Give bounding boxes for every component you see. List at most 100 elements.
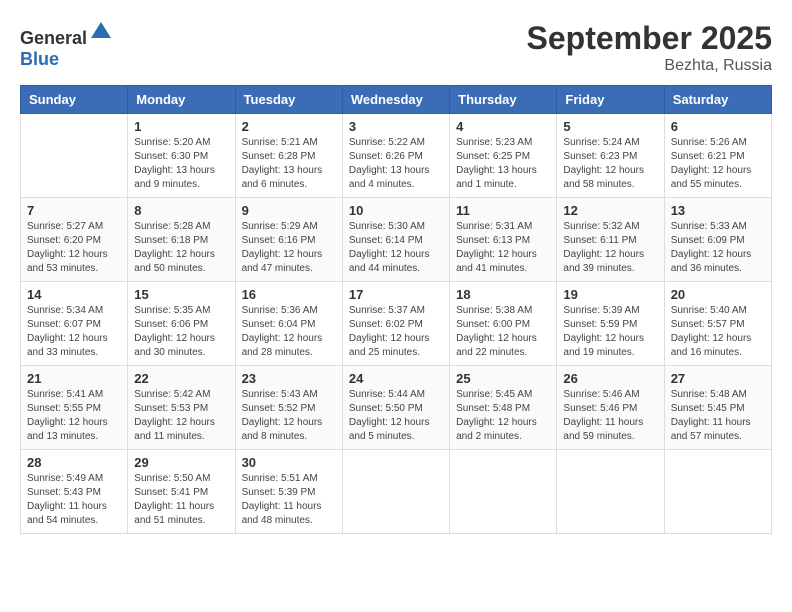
day-cell: 5 Sunrise: 5:24 AMSunset: 6:23 PMDaylight…	[557, 114, 664, 198]
day-info: Sunrise: 5:44 AMSunset: 5:50 PMDaylight:…	[349, 388, 443, 444]
day-info: Sunrise: 5:39 AMSunset: 5:59 PMDaylight:…	[563, 304, 657, 360]
week-row-2: 7 Sunrise: 5:27 AMSunset: 6:20 PMDaylight…	[21, 198, 772, 282]
day-info: Sunrise: 5:20 AMSunset: 6:30 PMDaylight:…	[134, 136, 228, 192]
day-cell: 21Sunrise: 5:41 AMSunset: 5:55 PMDayligh…	[21, 366, 128, 450]
weekday-header-tuesday: Tuesday	[235, 86, 342, 114]
location-subtitle: Bezhta, Russia	[527, 57, 772, 75]
day-cell: 13 Sunrise: 5:33 AMSunset: 6:09 PMDayligh…	[664, 198, 771, 282]
day-number: 5	[563, 119, 657, 134]
day-cell: 25 Sunrise: 5:45 AMSunset: 5:48 PMDayligh…	[450, 366, 557, 450]
logo-blue: Blue	[20, 49, 59, 69]
weekday-header-friday: Friday	[557, 86, 664, 114]
day-info: Sunrise: 5:29 AMSunset: 6:16 PMDaylight:…	[242, 220, 336, 276]
day-cell: 1 Sunrise: 5:20 AMSunset: 6:30 PMDaylight…	[128, 114, 235, 198]
day-info: Sunrise: 5:37 AMSunset: 6:02 PMDaylight:…	[349, 304, 443, 360]
day-cell: 9 Sunrise: 5:29 AMSunset: 6:16 PMDaylight…	[235, 198, 342, 282]
day-cell: 12Sunrise: 5:32 AMSunset: 6:11 PMDayligh…	[557, 198, 664, 282]
day-cell: 23 Sunrise: 5:43 AMSunset: 5:52 PMDayligh…	[235, 366, 342, 450]
day-info: Sunrise: 5:41 AMSunset: 5:55 PMDaylight:…	[27, 388, 121, 444]
day-cell: 20Sunrise: 5:40 AMSunset: 5:57 PMDayligh…	[664, 282, 771, 366]
day-info: Sunrise: 5:22 AMSunset: 6:26 PMDaylight:…	[349, 136, 443, 192]
day-number: 15	[134, 287, 228, 302]
day-cell: 7 Sunrise: 5:27 AMSunset: 6:20 PMDaylight…	[21, 198, 128, 282]
title-section: September 2025 Bezhta, Russia	[527, 20, 772, 75]
day-cell: 3 Sunrise: 5:22 AMSunset: 6:26 PMDaylight…	[342, 114, 449, 198]
week-row-1: 1 Sunrise: 5:20 AMSunset: 6:30 PMDaylight…	[21, 114, 772, 198]
day-number: 1	[134, 119, 228, 134]
week-row-3: 14 Sunrise: 5:34 AMSunset: 6:07 PMDayligh…	[21, 282, 772, 366]
day-info: Sunrise: 5:42 AMSunset: 5:53 PMDaylight:…	[134, 388, 228, 444]
day-number: 2	[242, 119, 336, 134]
day-info: Sunrise: 5:50 AMSunset: 5:41 PMDaylight:…	[134, 472, 228, 528]
day-number: 18	[456, 287, 550, 302]
day-cell: 26Sunrise: 5:46 AMSunset: 5:46 PMDayligh…	[557, 366, 664, 450]
weekday-header-saturday: Saturday	[664, 86, 771, 114]
day-info: Sunrise: 5:40 AMSunset: 5:57 PMDaylight:…	[671, 304, 765, 360]
day-cell: 8 Sunrise: 5:28 AMSunset: 6:18 PMDaylight…	[128, 198, 235, 282]
week-row-5: 28 Sunrise: 5:49 AMSunset: 5:43 PMDayligh…	[21, 450, 772, 534]
day-cell: 17Sunrise: 5:37 AMSunset: 6:02 PMDayligh…	[342, 282, 449, 366]
day-info: Sunrise: 5:27 AMSunset: 6:20 PMDaylight:…	[27, 220, 121, 276]
day-cell: 18 Sunrise: 5:38 AMSunset: 6:00 PMDayligh…	[450, 282, 557, 366]
day-cell: 30 Sunrise: 5:51 AMSunset: 5:39 PMDayligh…	[235, 450, 342, 534]
day-info: Sunrise: 5:49 AMSunset: 5:43 PMDaylight:…	[27, 472, 121, 528]
day-info: Sunrise: 5:38 AMSunset: 6:00 PMDaylight:…	[456, 304, 550, 360]
day-number: 16	[242, 287, 336, 302]
day-cell: 15Sunrise: 5:35 AMSunset: 6:06 PMDayligh…	[128, 282, 235, 366]
day-info: Sunrise: 5:30 AMSunset: 6:14 PMDaylight:…	[349, 220, 443, 276]
logo-general: General	[20, 28, 87, 48]
day-number: 7	[27, 203, 121, 218]
weekday-header-row: SundayMondayTuesdayWednesdayThursdayFrid…	[21, 86, 772, 114]
weekday-header-wednesday: Wednesday	[342, 86, 449, 114]
day-cell: 19Sunrise: 5:39 AMSunset: 5:59 PMDayligh…	[557, 282, 664, 366]
day-info: Sunrise: 5:43 AMSunset: 5:52 PMDaylight:…	[242, 388, 336, 444]
logo-icon	[89, 20, 113, 44]
day-cell: 29Sunrise: 5:50 AMSunset: 5:41 PMDayligh…	[128, 450, 235, 534]
day-number: 4	[456, 119, 550, 134]
month-title: September 2025	[527, 20, 772, 57]
day-info: Sunrise: 5:24 AMSunset: 6:23 PMDaylight:…	[563, 136, 657, 192]
day-number: 10	[349, 203, 443, 218]
day-info: Sunrise: 5:31 AMSunset: 6:13 PMDaylight:…	[456, 220, 550, 276]
day-info: Sunrise: 5:48 AMSunset: 5:45 PMDaylight:…	[671, 388, 765, 444]
day-number: 14	[27, 287, 121, 302]
day-cell: 22 Sunrise: 5:42 AMSunset: 5:53 PMDayligh…	[128, 366, 235, 450]
day-info: Sunrise: 5:34 AMSunset: 6:07 PMDaylight:…	[27, 304, 121, 360]
day-cell: 11 Sunrise: 5:31 AMSunset: 6:13 PMDayligh…	[450, 198, 557, 282]
day-cell	[21, 114, 128, 198]
day-cell: 2Sunrise: 5:21 AMSunset: 6:28 PMDaylight…	[235, 114, 342, 198]
day-cell: 10 Sunrise: 5:30 AMSunset: 6:14 PMDayligh…	[342, 198, 449, 282]
weekday-header-thursday: Thursday	[450, 86, 557, 114]
day-cell: 27 Sunrise: 5:48 AMSunset: 5:45 PMDayligh…	[664, 366, 771, 450]
day-number: 23	[242, 371, 336, 386]
day-info: Sunrise: 5:33 AMSunset: 6:09 PMDaylight:…	[671, 220, 765, 276]
day-number: 8	[134, 203, 228, 218]
day-number: 9	[242, 203, 336, 218]
day-number: 26	[563, 371, 657, 386]
day-info: Sunrise: 5:23 AMSunset: 6:25 PMDaylight:…	[456, 136, 550, 192]
day-number: 30	[242, 455, 336, 470]
logo-text: General Blue	[20, 20, 113, 70]
day-number: 13	[671, 203, 765, 218]
day-number: 3	[349, 119, 443, 134]
day-number: 22	[134, 371, 228, 386]
day-cell: 14 Sunrise: 5:34 AMSunset: 6:07 PMDayligh…	[21, 282, 128, 366]
day-cell	[450, 450, 557, 534]
day-number: 11	[456, 203, 550, 218]
day-cell: 24 Sunrise: 5:44 AMSunset: 5:50 PMDayligh…	[342, 366, 449, 450]
day-info: Sunrise: 5:28 AMSunset: 6:18 PMDaylight:…	[134, 220, 228, 276]
day-number: 25	[456, 371, 550, 386]
day-cell	[342, 450, 449, 534]
day-number: 28	[27, 455, 121, 470]
day-info: Sunrise: 5:36 AMSunset: 6:04 PMDaylight:…	[242, 304, 336, 360]
day-info: Sunrise: 5:32 AMSunset: 6:11 PMDaylight:…	[563, 220, 657, 276]
day-info: Sunrise: 5:51 AMSunset: 5:39 PMDaylight:…	[242, 472, 336, 528]
day-cell: 28 Sunrise: 5:49 AMSunset: 5:43 PMDayligh…	[21, 450, 128, 534]
page-header: General Blue September 2025 Bezhta, Russ…	[20, 20, 772, 75]
day-number: 24	[349, 371, 443, 386]
day-number: 27	[671, 371, 765, 386]
logo: General Blue	[20, 20, 113, 70]
day-info: Sunrise: 5:45 AMSunset: 5:48 PMDaylight:…	[456, 388, 550, 444]
day-cell	[557, 450, 664, 534]
week-row-4: 21Sunrise: 5:41 AMSunset: 5:55 PMDayligh…	[21, 366, 772, 450]
